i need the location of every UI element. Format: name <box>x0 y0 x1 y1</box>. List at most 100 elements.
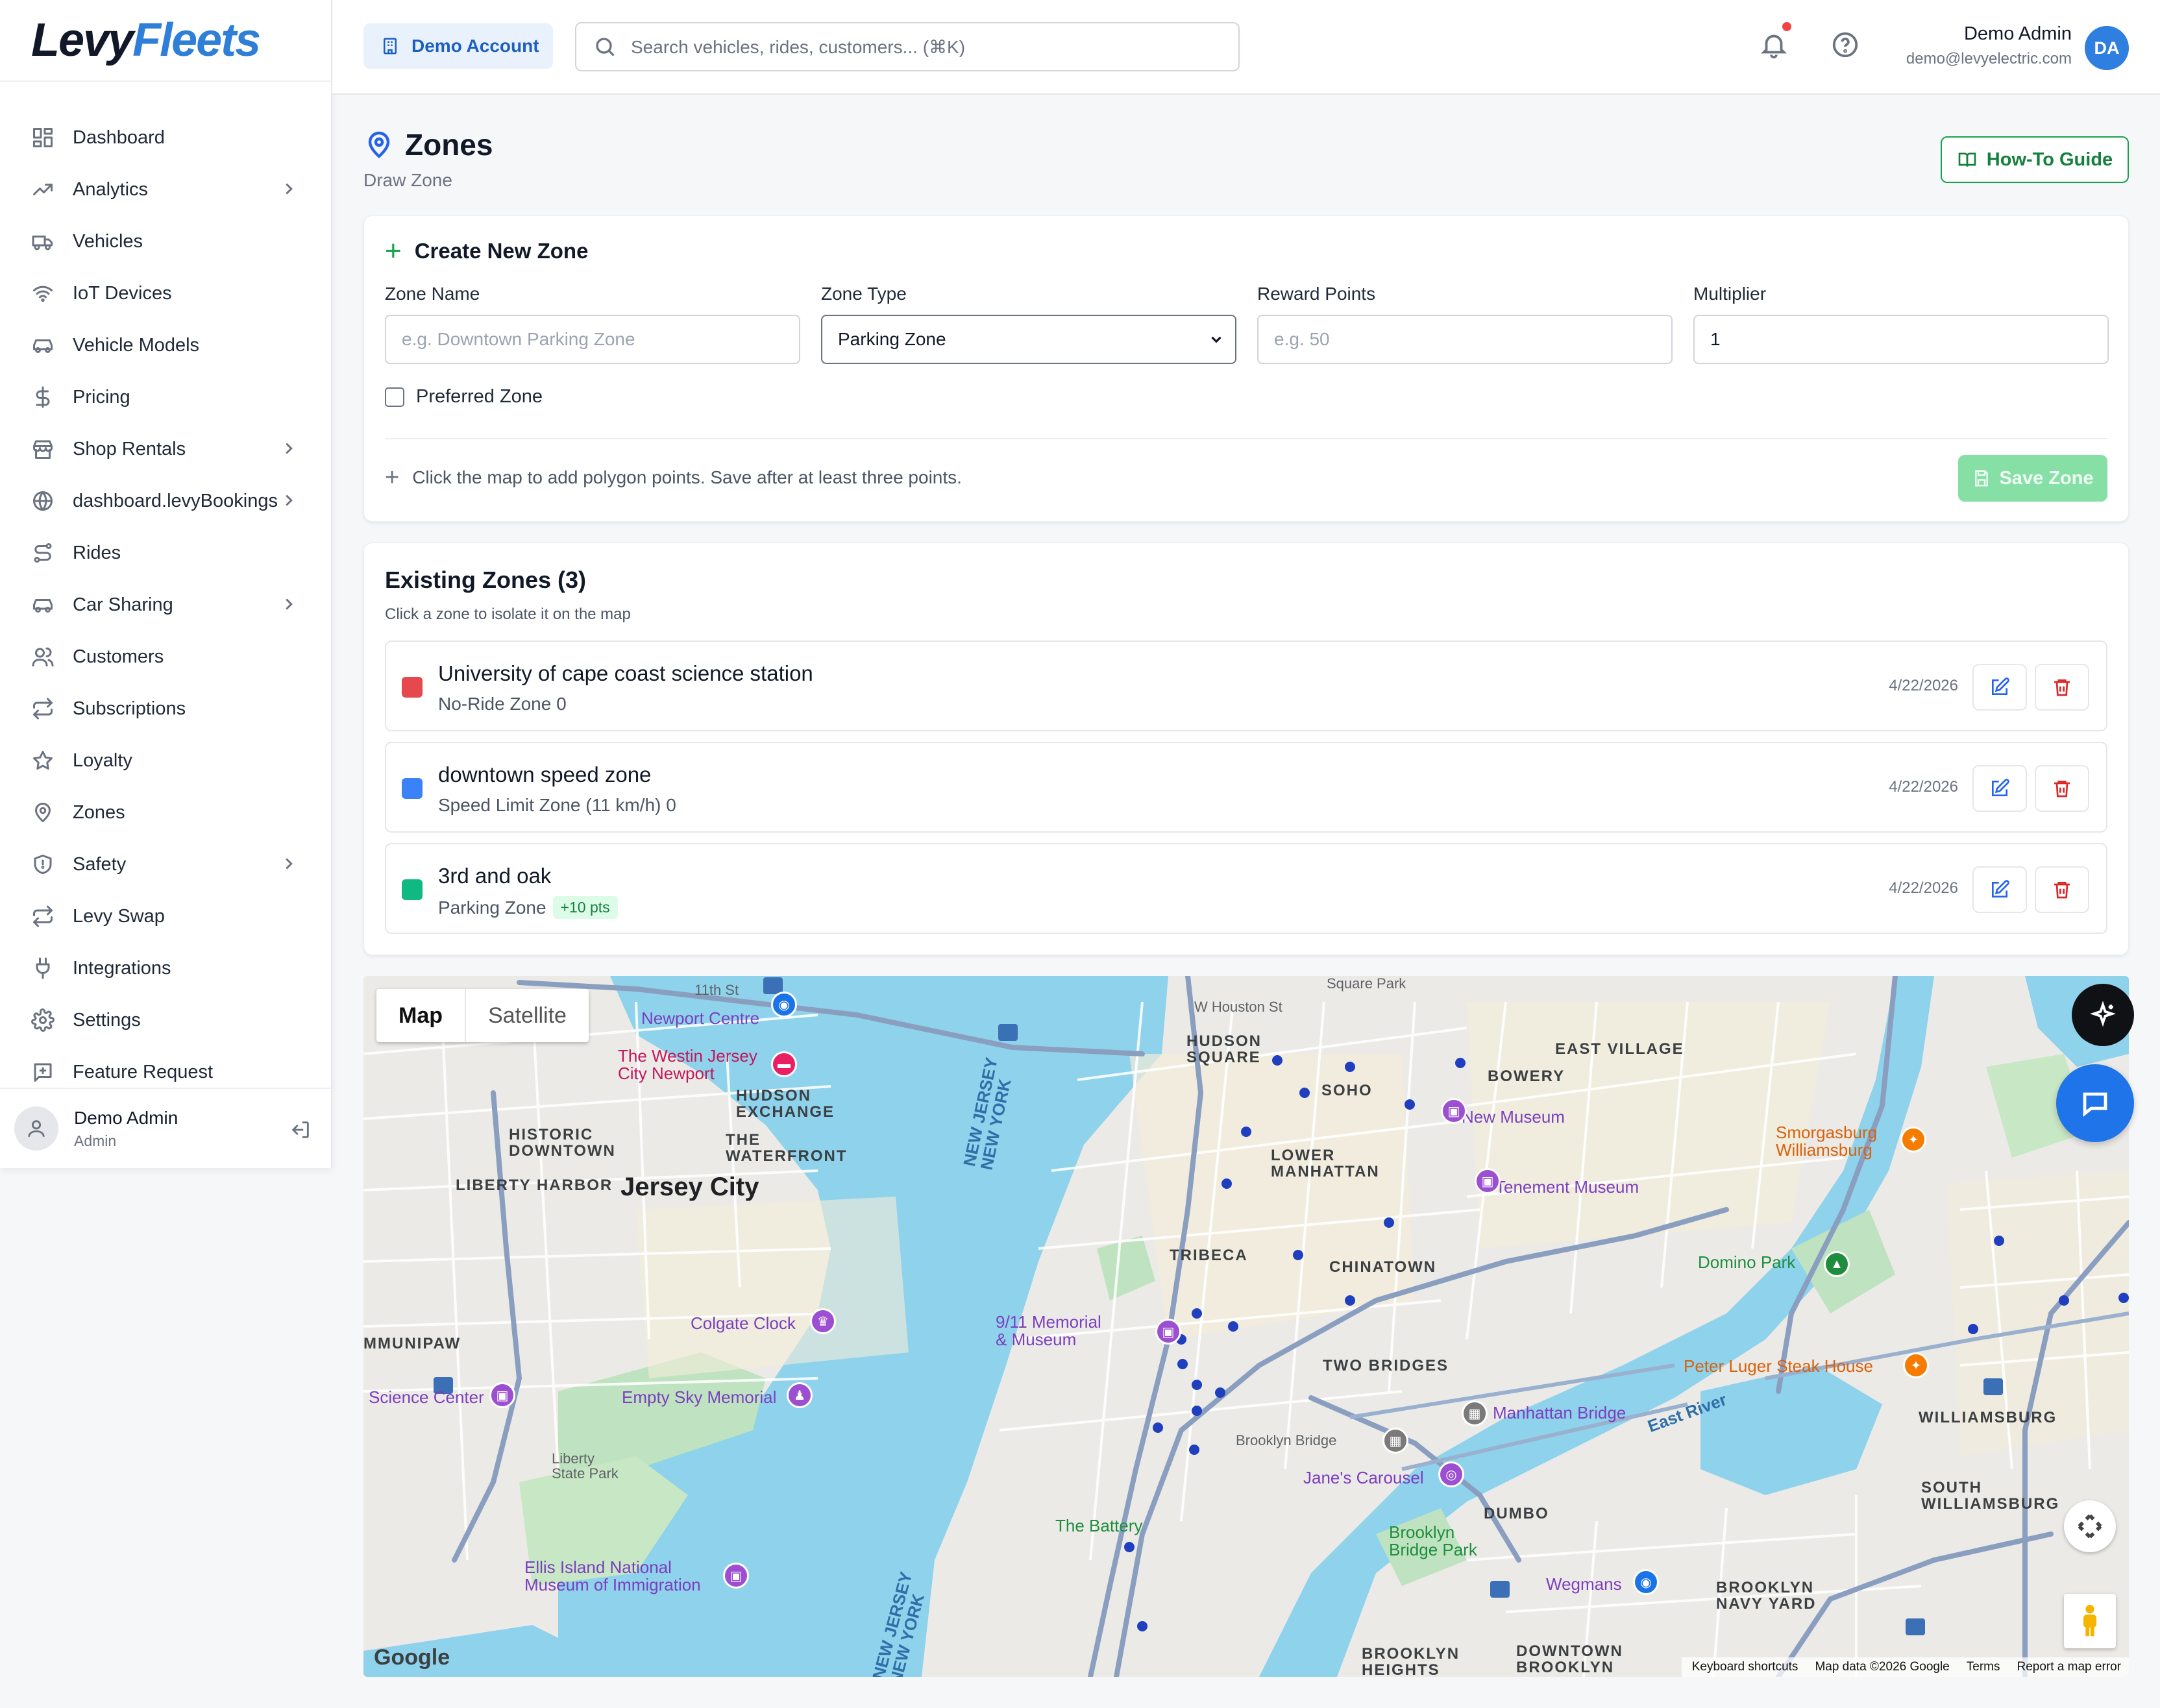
chevron-right-icon <box>279 854 299 879</box>
levy-fleets-logo[interactable]: Levy Fleets <box>0 0 331 82</box>
demo-account-button[interactable]: Demo Account <box>363 23 553 69</box>
bridge-pin-icon[interactable]: ▦ <box>1382 1428 1408 1454</box>
multiplier-input[interactable]: 1 <box>1693 315 2109 364</box>
zone-date: 4/22/2026 <box>1889 778 1958 796</box>
chevron-right-icon <box>279 439 299 463</box>
map-view-button[interactable]: Map <box>376 989 466 1042</box>
save-zone-button[interactable]: Save Zone <box>1958 455 2107 502</box>
map-label-smorgasburg: Smorgasburg Williamsburg <box>1776 1123 1878 1160</box>
reward-points-input[interactable]: e.g. 50 <box>1257 315 1673 364</box>
logout-icon[interactable] <box>289 1119 312 1144</box>
zones-map[interactable]: Square Park W Houston St HUDSON SQUARE SOHO… <box>363 976 2129 1677</box>
food-pin-icon[interactable]: ✦ <box>1903 1352 1929 1378</box>
trash-icon <box>2054 882 2070 899</box>
map-label-westin: The Westin Jersey City Newport <box>618 1046 757 1084</box>
delete-zone-button[interactable] <box>2035 765 2089 812</box>
edit-zone-button[interactable] <box>1972 866 2027 913</box>
zone-type-select[interactable]: Parking Zone <box>821 315 1236 364</box>
how-to-guide-button[interactable]: How-To Guide <box>1941 136 2129 183</box>
sidebar-item-pricing[interactable]: Pricing <box>0 371 331 423</box>
sidebar-item-safety[interactable]: Safety <box>0 838 331 890</box>
sidebar-user-name: Demo Admin <box>74 1107 178 1128</box>
food-pin-icon[interactable]: ✦ <box>1900 1127 1926 1153</box>
sidebar-user[interactable]: Demo Admin Admin <box>0 1088 331 1168</box>
sidebar-item-car-sharing[interactable]: Car Sharing <box>0 579 331 631</box>
report-error-link[interactable]: Report a map error <box>2017 1660 2121 1674</box>
sidebar-item-label: IoT Devices <box>73 282 172 304</box>
chat-button[interactable] <box>2056 1064 2134 1142</box>
museum-pin-icon[interactable]: ▣ <box>489 1382 515 1408</box>
user-menu[interactable]: Demo Admin demo@levyelectric.com <box>1906 23 2072 68</box>
landmark-pin-icon[interactable]: ♛ <box>810 1308 836 1334</box>
edit-icon <box>1992 779 2009 796</box>
map-label-liberty-park: Liberty State Park <box>552 1450 619 1482</box>
sidebar-item-vehicles[interactable]: Vehicles <box>0 215 331 267</box>
street-view-pegman-icon[interactable] <box>2064 1594 2116 1648</box>
landmark-pin-icon[interactable]: ♟ <box>787 1382 813 1408</box>
sidebar-item-settings[interactable]: Settings <box>0 994 331 1046</box>
museum-pin-icon[interactable]: ▣ <box>1475 1168 1501 1194</box>
bell-icon <box>1761 34 1787 59</box>
map-label-ellis: Ellis Island National Museum of Immigrat… <box>524 1557 701 1595</box>
map-label-memorial: 9/11 Memorial & Museum <box>996 1312 1101 1350</box>
map-label-bowery: BOWERY <box>1488 1068 1565 1085</box>
sidebar-item-levy-swap[interactable]: Levy Swap <box>0 890 331 942</box>
sparkle-icon <box>2089 1001 2117 1027</box>
sidebar-item-shop-rentals[interactable]: Shop Rentals <box>0 423 331 475</box>
museum-pin-icon[interactable]: ▣ <box>1155 1319 1181 1345</box>
sidebar-item-zones[interactable]: Zones <box>0 787 331 838</box>
sidebar-item-analytics[interactable]: Analytics <box>0 164 331 215</box>
map-label-dumbo: DUMBO <box>1484 1505 1549 1522</box>
map-label-lower-manhattan: LOWER MANHATTAN <box>1271 1147 1380 1181</box>
sidebar-item-dashboard-levybookings[interactable]: dashboard.levyBookings <box>0 475 331 527</box>
zone-list-item[interactable]: 3rd and oakParking Zone+10 ptsPreferred4… <box>385 843 2107 1089</box>
satellite-view-button[interactable]: Satellite <box>466 989 589 1042</box>
trash-icon <box>2054 679 2070 696</box>
search-placeholder: Search vehicles, rides, customers... (⌘K… <box>631 36 966 57</box>
edit-zone-button[interactable] <box>1972 765 2027 812</box>
store-icon <box>30 436 56 462</box>
zone-name-label: Zone Name <box>385 284 480 304</box>
delete-zone-button[interactable] <box>2035 664 2089 711</box>
ai-assistant-button[interactable] <box>2072 984 2134 1046</box>
map-label-williamsburg: WILLIAMSBURG <box>1919 1409 2057 1426</box>
global-search-input[interactable]: Search vehicles, rides, customers... (⌘K… <box>575 22 1240 71</box>
museum-pin-icon[interactable]: ▣ <box>1441 1098 1467 1124</box>
carousel-pin-icon[interactable]: ◎ <box>1438 1461 1464 1487</box>
zone-date: 4/22/2026 <box>1889 677 1958 694</box>
zone-name-input[interactable]: e.g. Downtown Parking Zone <box>385 315 800 364</box>
zone-list-item[interactable]: downtown speed zone Speed Limit Zone (11 … <box>385 742 2107 833</box>
zone-list-item[interactable]: University of cape coast science station… <box>385 640 2107 731</box>
keyboard-shortcuts-link[interactable]: Keyboard shortcuts <box>1692 1660 1798 1674</box>
sidebar-item-subscriptions[interactable]: Subscriptions <box>0 683 331 735</box>
notifications-button[interactable] <box>1759 22 1791 63</box>
terms-link[interactable]: Terms <box>1967 1660 2000 1674</box>
map-label-new-museum: New Museum <box>1462 1107 1565 1127</box>
edit-zone-button[interactable] <box>1972 664 2027 711</box>
user-avatar-button[interactable]: DA <box>2085 26 2129 70</box>
shopping-pin-icon[interactable]: ◉ <box>771 992 797 1018</box>
user-icon <box>28 1120 45 1137</box>
sidebar-item-label: Levy Swap <box>73 905 165 927</box>
sidebar-item-iot-devices[interactable]: IoT Devices <box>0 267 331 319</box>
page-title-text: Zones <box>405 128 493 162</box>
museum-pin-icon[interactable]: ▣ <box>723 1563 749 1589</box>
shopping-pin-icon[interactable]: ◉ <box>1633 1569 1659 1595</box>
zone-date: 4/22/2026 <box>1889 879 1958 897</box>
sidebar-item-integrations[interactable]: Integrations <box>0 942 331 994</box>
existing-zones-title: Existing Zones (3) <box>385 567 587 593</box>
map-camera-control[interactable] <box>2064 1500 2116 1552</box>
preferred-zone-toggle[interactable]: Preferred Zone <box>385 386 543 408</box>
park-pin-icon[interactable]: ▲ <box>1824 1251 1850 1277</box>
sidebar-item-dashboard[interactable]: Dashboard <box>0 112 331 164</box>
sidebar-item-vehicle-models[interactable]: Vehicle Models <box>0 319 331 371</box>
page-title: Zones <box>363 127 493 162</box>
delete-zone-button[interactable] <box>2035 866 2089 913</box>
bridge-pin-icon[interactable]: ▦ <box>1462 1400 1488 1426</box>
sidebar-item-rides[interactable]: Rides <box>0 527 331 579</box>
help-button[interactable] <box>1830 30 1860 63</box>
sidebar-item-loyalty[interactable]: Loyalty <box>0 735 331 787</box>
sidebar-item-customers[interactable]: Customers <box>0 631 331 683</box>
hotel-pin-icon[interactable]: ▬ <box>771 1051 797 1077</box>
preferred-zone-checkbox[interactable] <box>385 387 404 407</box>
